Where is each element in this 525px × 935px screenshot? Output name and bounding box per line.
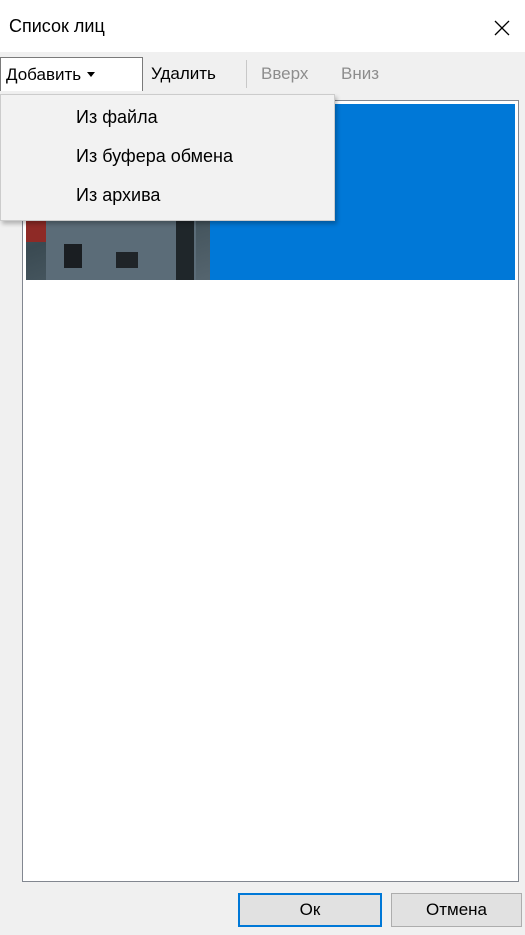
close-icon (494, 20, 510, 36)
menu-item-from-file[interactable]: Из файла (3, 101, 332, 136)
cancel-button[interactable]: Отмена (391, 893, 522, 927)
add-dropdown-menu: Из файла Из буфера обмена Из архива (0, 94, 335, 221)
delete-button[interactable]: Удалить (151, 57, 216, 91)
move-down-button-label: Вниз (341, 64, 380, 83)
add-button-label: Добавить (6, 65, 82, 84)
face-list-dialog: Список лиц Добавить Удалить Вверх Вниз И… (0, 0, 525, 935)
delete-button-label: Удалить (151, 64, 216, 83)
title-bar: Список лиц (0, 0, 525, 52)
move-down-button[interactable]: Вниз (341, 57, 379, 91)
chevron-down-icon (87, 72, 96, 78)
cancel-button-label: Отмена (426, 900, 487, 919)
menu-item-label: Из файла (76, 107, 158, 127)
toolbar-separator (246, 60, 247, 88)
move-up-button[interactable]: Вверх (261, 57, 308, 91)
menu-item-from-archive[interactable]: Из архива (3, 179, 332, 214)
window-title: Список лиц (9, 16, 105, 36)
menu-item-label: Из архива (76, 185, 161, 205)
move-up-button-label: Вверх (261, 64, 309, 83)
menu-item-from-clipboard[interactable]: Из буфера обмена (3, 140, 332, 175)
add-button[interactable]: Добавить (0, 57, 143, 91)
ok-button-label: Ок (299, 900, 321, 919)
ok-button[interactable]: Ок (238, 893, 382, 927)
close-button[interactable] (479, 8, 525, 48)
menu-item-label: Из буфера обмена (76, 146, 234, 166)
toolbar: Добавить Удалить Вверх Вниз (0, 57, 525, 93)
